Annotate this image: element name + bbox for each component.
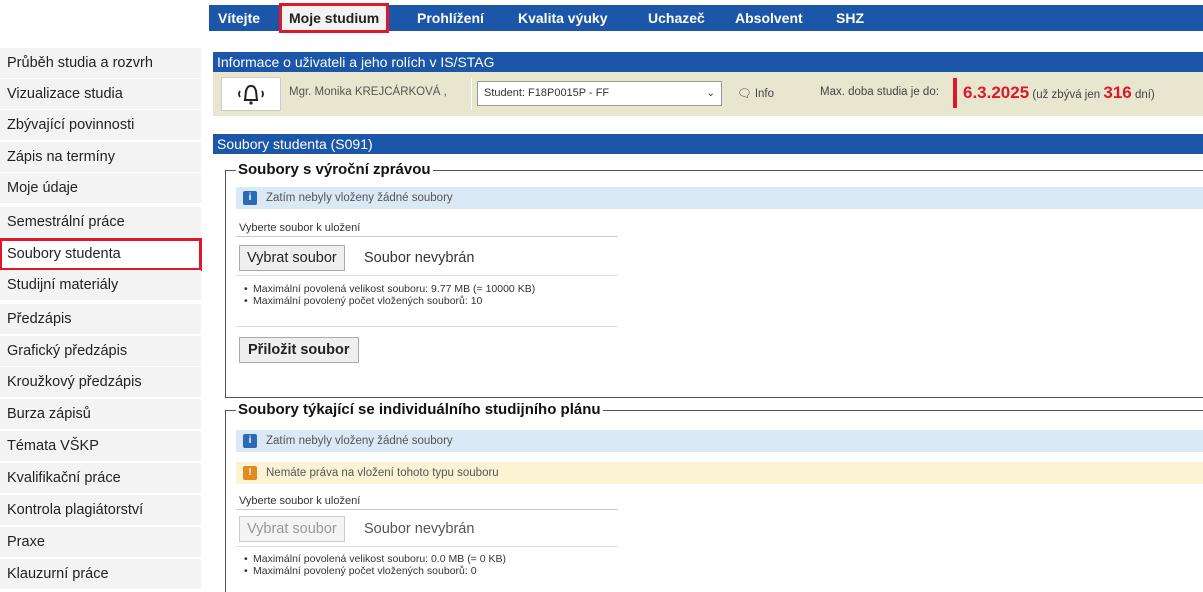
deadline-date: 6.3.2025: [963, 83, 1030, 102]
info-icon: i: [243, 191, 257, 205]
info-label: Info: [754, 88, 774, 100]
sidebar-item-predzapis[interactable]: Předzápis: [0, 304, 201, 335]
user-info-title: Informace o uživateli a jeho rolích v IS…: [213, 52, 1203, 72]
upload-title: Vyberte soubor k uložení: [236, 492, 618, 510]
nav-item-vitejte[interactable]: Vítejte: [218, 5, 260, 31]
top-bar: Vítejte Moje studium Prohlížení Kvalita …: [0, 0, 1203, 36]
nav-item-kvalita-vyuky[interactable]: Kvalita výuky: [518, 5, 608, 31]
nav-item-absolvent[interactable]: Absolvent: [735, 5, 803, 31]
sidebar-item-kvalifikacni-prace[interactable]: Kvalifikační práce: [0, 463, 201, 494]
nav-item-moje-studium[interactable]: Moje studium: [278, 3, 390, 33]
role-select[interactable]: Student: F18P0015P - FF ⌄: [477, 81, 722, 106]
info-link[interactable]: 🗨︎ Info: [737, 86, 774, 100]
section-title: Soubory studenta (S091): [213, 134, 1203, 154]
limit-count: Maximální povolený počet vložených soubo…: [244, 565, 618, 577]
upload-limits: Maximální povolená velikost souboru: 9.7…: [236, 283, 618, 307]
upload-limits: Maximální povolená velikost souboru: 0.0…: [236, 553, 618, 577]
no-file-label: Soubor nevybrán: [364, 521, 475, 537]
sidebar-item-zbyvajici-povinnosti[interactable]: Zbývající povinnosti: [0, 110, 201, 141]
sidebar-item-prubeh-studia[interactable]: Průběh studia a rozvrh: [0, 48, 201, 79]
deadline-pre: (už zbývá jen: [1032, 89, 1101, 101]
fieldset-annual-report-legend: Soubory s výroční zprávou: [236, 161, 433, 178]
info-notice-text: Zatím nebyly vloženy žádné soubory: [266, 192, 453, 204]
chat-icon: 🗨︎: [737, 88, 752, 100]
bell-icon[interactable]: [221, 77, 281, 111]
info-notice: i Zatím nebyly vloženy žádné soubory: [236, 187, 1203, 209]
info-icon: i: [243, 434, 257, 448]
nav-item-uchazec[interactable]: Uchazeč: [648, 5, 705, 31]
warning-notice-text: Nemáte práva na vložení tohoto typu soub…: [266, 467, 499, 479]
sidebar-item-studijni-materialy[interactable]: Studijní materiály: [0, 270, 201, 301]
user-info-body: Mgr. Monika KREJCÁRKOVÁ , Student: F18P0…: [213, 72, 1203, 116]
sidebar-item-praxe[interactable]: Praxe: [0, 527, 201, 558]
divider: [236, 275, 618, 276]
sidebar-item-klauzurni-prace[interactable]: Klauzurní práce: [0, 559, 201, 590]
sidebar-item-temata-vskp[interactable]: Témata VŠKP: [0, 431, 201, 462]
limit-size: Maximální povolená velikost souboru: 0.0…: [244, 553, 618, 565]
sidebar-item-vizualizace[interactable]: Vizualizace studia: [0, 79, 201, 110]
sidebar-item-kontrola-plagiatorstvi[interactable]: Kontrola plagiátorství: [0, 495, 201, 526]
chevron-down-icon: ⌄: [706, 88, 715, 99]
role-select-value: Student: F18P0015P - FF: [484, 87, 610, 99]
choose-file-button[interactable]: Vybrat soubor: [239, 245, 345, 271]
deadline-post: dní): [1134, 89, 1155, 101]
sidebar-item-soubory-studenta[interactable]: Soubory studenta: [0, 238, 202, 271]
divider: [236, 546, 618, 547]
no-file-label: Soubor nevybrán: [364, 250, 475, 266]
user-info-panel: Informace o uživateli a jeho rolích v IS…: [213, 52, 1203, 126]
user-name: Mgr. Monika KREJCÁRKOVÁ ,: [289, 86, 447, 98]
warning-icon: !: [243, 466, 257, 480]
sidebar-item-zapis-na-terminy[interactable]: Zápis na termíny: [0, 142, 201, 173]
max-study-label: Max. doba studia je do:: [820, 86, 939, 98]
fieldset-annual-report: Soubory s výroční zprávou i Zatím nebyly…: [225, 161, 1203, 398]
info-notice: i Zatím nebyly vloženy žádné soubory: [236, 430, 1203, 452]
limit-size: Maximální povolená velikost souboru: 9.7…: [244, 283, 618, 295]
sidebar-item-graficky-predzapis[interactable]: Grafický předzápis: [0, 336, 201, 367]
upload-title: Vyberte soubor k uložení: [236, 219, 618, 237]
divider: [471, 78, 472, 110]
deadline-days: 316: [1103, 83, 1132, 102]
attach-file-button[interactable]: Přiložit soubor: [239, 337, 359, 363]
sidebar-item-semestralni-prace[interactable]: Semestrální práce: [0, 207, 201, 238]
sidebar-item-krouzkovy-predzapis[interactable]: Kroužkový předzápis: [0, 367, 201, 398]
fieldset-study-plan-legend: Soubory týkající se individuálního studi…: [236, 401, 603, 418]
top-navigation: Vítejte Moje studium Prohlížení Kvalita …: [209, 3, 1203, 33]
fieldset-study-plan: Soubory týkající se individuálního studi…: [225, 401, 1203, 592]
divider: [236, 326, 618, 327]
warning-notice: ! Nemáte práva na vložení tohoto typu so…: [236, 462, 1203, 484]
sidebar-item-moje-udaje[interactable]: Moje údaje: [0, 173, 201, 204]
nav-item-shz[interactable]: SHZ: [836, 5, 864, 31]
sidebar-item-burza-zapisu[interactable]: Burza zápisů: [0, 399, 201, 430]
limit-count: Maximální povolený počet vložených soubo…: [244, 295, 618, 307]
choose-file-button-disabled: Vybrat soubor: [239, 516, 345, 542]
nav-item-prohlizeni[interactable]: Prohlížení: [417, 5, 484, 31]
info-notice-text: Zatím nebyly vloženy žádné soubory: [266, 435, 453, 447]
study-deadline: 6.3.2025 (už zbývá jen 316 dní): [953, 78, 1155, 108]
